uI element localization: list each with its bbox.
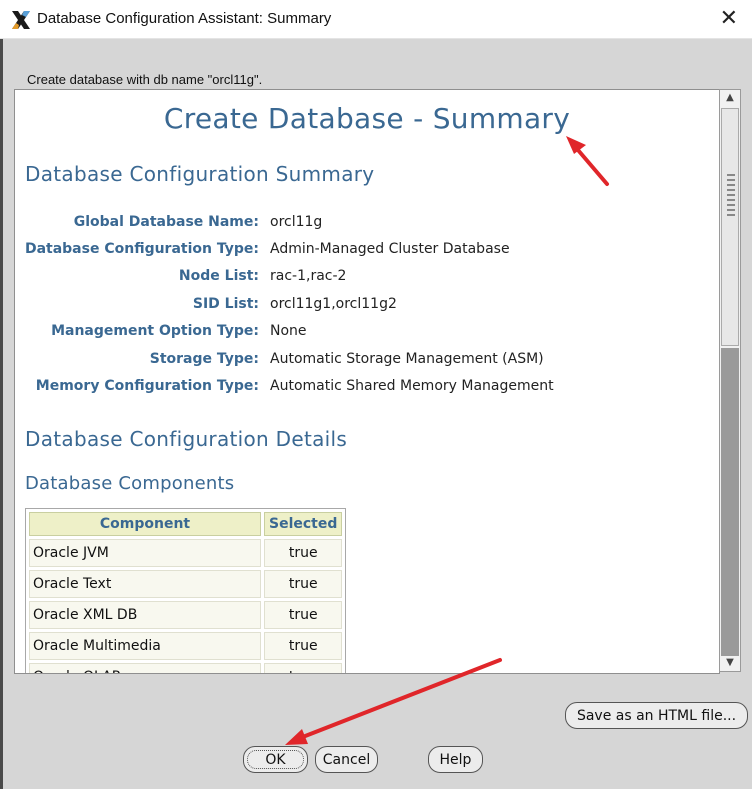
scrollbar-thumb[interactable] — [721, 108, 739, 346]
configuration-summary-heading: Database Configuration Summary — [25, 162, 375, 186]
scrollbar-grip — [727, 174, 735, 218]
save-as-html-label: Save as an HTML file... — [576, 708, 737, 724]
field-label: Global Database Name: — [73, 214, 259, 230]
field-label: Management Option Type: — [51, 323, 259, 339]
field-label: Memory Configuration Type: — [35, 378, 259, 394]
close-icon[interactable]: ✕ — [720, 4, 738, 34]
table-row: Oracle JVM true — [29, 539, 343, 567]
selected-cell: true — [264, 663, 343, 673]
ok-button[interactable]: OK — [243, 746, 308, 773]
table-header-row: Component Selected — [29, 512, 343, 536]
component-cell: Oracle Multimedia — [29, 632, 261, 660]
field-row: Management Option Type: None — [15, 323, 719, 345]
page-title: Create Database - Summary — [163, 102, 571, 135]
window-left-edge — [0, 39, 3, 789]
field-value: orcl11g1,orcl11g2 — [270, 296, 397, 312]
window-title: Database Configuration Assistant: Summar… — [37, 10, 332, 27]
field-row: Database Configuration Type: Admin-Manag… — [15, 241, 719, 263]
components-table: Component Selected Oracle JVM true Oracl… — [25, 508, 347, 673]
database-components-heading: Database Components — [25, 473, 235, 494]
status-message: Create database with db name "orcl11g". — [27, 72, 263, 87]
scroll-down-arrow-icon[interactable]: ▼ — [722, 656, 738, 670]
scrollbar-track[interactable] — [721, 348, 739, 656]
field-label: Storage Type: — [149, 351, 259, 367]
component-cell: Oracle JVM — [29, 539, 261, 567]
field-value: None — [270, 323, 307, 339]
field-label: SID List: — [192, 296, 259, 312]
save-as-html-button[interactable]: Save as an HTML file... — [565, 702, 748, 729]
field-row: Node List: rac-1,rac-2 — [15, 268, 719, 290]
component-cell: Oracle OLAP — [29, 663, 261, 673]
column-header-component: Component — [29, 512, 261, 536]
scroll-up-arrow-icon[interactable]: ▲ — [722, 91, 738, 105]
field-row: Storage Type: Automatic Storage Manageme… — [15, 351, 719, 373]
selected-cell: true — [264, 601, 343, 629]
table-row: Oracle XML DB true — [29, 601, 343, 629]
summary-panel[interactable]: Create Database - Summary Database Confi… — [14, 89, 720, 674]
field-row: SID List: orcl11g1,orcl11g2 — [15, 296, 719, 318]
field-label: Node List: — [178, 268, 259, 284]
cancel-button[interactable]: Cancel — [315, 746, 378, 773]
component-cell: Oracle Text — [29, 570, 261, 598]
focus-ring — [247, 750, 304, 769]
field-row: Global Database Name: orcl11g — [15, 214, 719, 236]
table-row: Oracle Text true — [29, 570, 343, 598]
title-bar: Database Configuration Assistant: Summar… — [0, 0, 752, 39]
selected-cell: true — [264, 570, 343, 598]
table-row: Oracle Multimedia true — [29, 632, 343, 660]
field-value: Automatic Storage Management (ASM) — [270, 351, 544, 367]
selected-cell: true — [264, 539, 343, 567]
cancel-label: Cancel — [322, 752, 371, 768]
oracle-x-icon — [12, 11, 30, 29]
selected-cell: true — [264, 632, 343, 660]
column-header-selected: Selected — [264, 512, 343, 536]
table-row: Oracle OLAP true — [29, 663, 343, 673]
field-row: Memory Configuration Type: Automatic Sha… — [15, 378, 719, 400]
help-label: Help — [439, 752, 472, 768]
field-value: orcl11g — [270, 214, 323, 230]
field-value: Automatic Shared Memory Management — [270, 378, 554, 394]
field-label: Database Configuration Type: — [24, 241, 259, 257]
configuration-details-heading: Database Configuration Details — [25, 427, 348, 451]
field-value: Admin-Managed Cluster Database — [270, 241, 510, 257]
component-cell: Oracle XML DB — [29, 601, 261, 629]
vertical-scrollbar[interactable]: ▲ ▼ — [719, 89, 741, 672]
field-value: rac-1,rac-2 — [270, 268, 347, 284]
help-button[interactable]: Help — [428, 746, 483, 773]
